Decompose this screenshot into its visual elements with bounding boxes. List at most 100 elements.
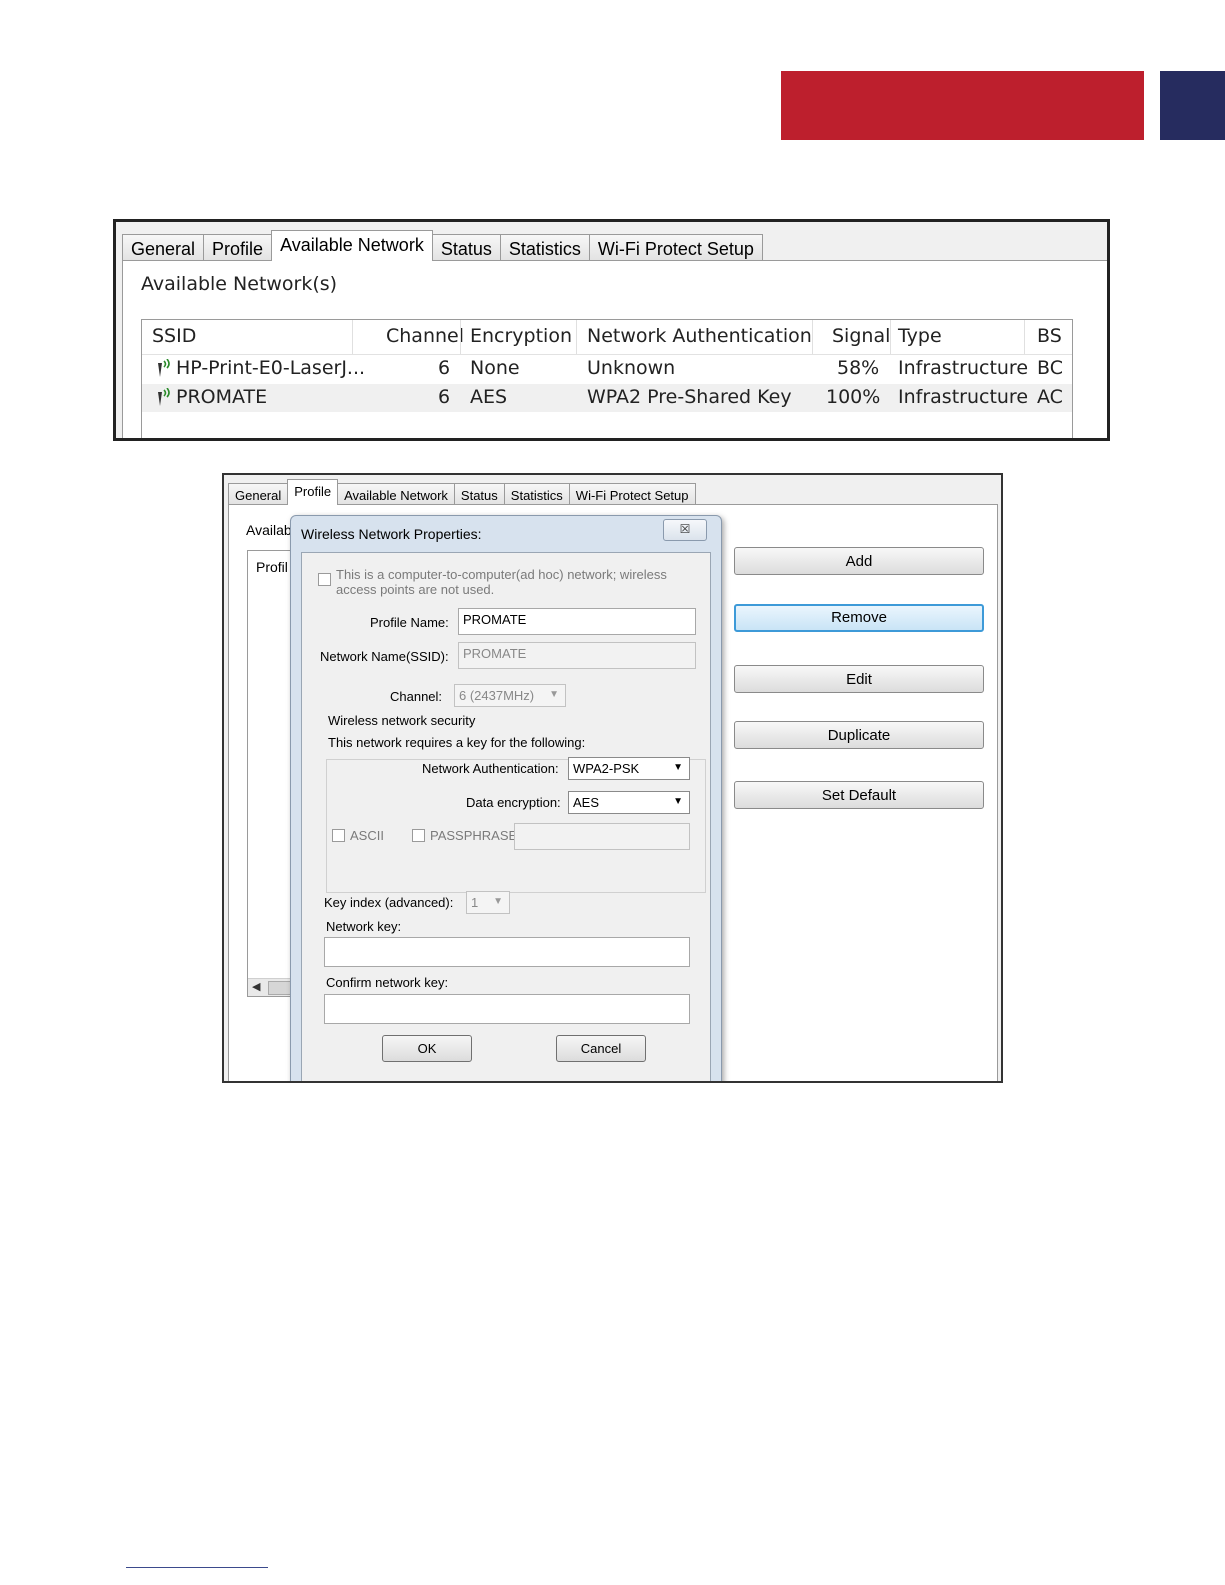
cell-signal: 58% (837, 357, 880, 379)
cell-type: Infrastructure (898, 357, 1029, 379)
brand-bar-blue (1160, 71, 1225, 140)
key-index-dropdown[interactable]: 1 ▼ (466, 891, 510, 914)
ssid-input[interactable]: PROMATE (458, 642, 696, 669)
column-header-signal[interactable]: Signal (832, 325, 890, 347)
wireless-signal-icon (158, 388, 170, 406)
column-header-bssid[interactable]: BS (1037, 325, 1062, 347)
available-profiles-label: Availab (246, 522, 292, 538)
add-button[interactable]: Add (734, 547, 984, 575)
cell-signal: 100% (826, 386, 881, 408)
channel-dropdown[interactable]: 6 (2437MHz) ▼ (454, 684, 566, 707)
channel-label: Channel: (390, 689, 443, 704)
data-encryption-dropdown[interactable]: AES ▼ (568, 791, 690, 814)
column-header-type[interactable]: Type (898, 325, 942, 347)
cell-channel: 6 (438, 357, 451, 379)
remove-button[interactable]: Remove (734, 604, 984, 632)
chevron-down-icon: ▼ (549, 689, 559, 700)
chevron-down-icon: ▼ (673, 762, 683, 773)
column-header-channel[interactable]: Channel (386, 325, 464, 347)
confirm-network-key-label: Confirm network key: (326, 975, 449, 990)
profile-screenshot: General Profile Available Network Status… (222, 473, 1003, 1083)
brand-bar-red (781, 71, 1144, 140)
column-divider[interactable] (890, 320, 891, 354)
dialog-title: Wireless Network Properties: (301, 526, 482, 542)
network-row[interactable]: PROMATE 6 AES WPA2 Pre-Shared Key 100% I… (142, 384, 1072, 412)
set-default-button[interactable]: Set Default (734, 781, 984, 809)
tab-strip: General Profile Available Network Status… (228, 479, 696, 505)
edit-button[interactable]: Edit (734, 665, 984, 693)
tab-status[interactable]: Status (431, 234, 501, 261)
available-network-panel: Available Network(s) SSID Channel Encryp… (122, 260, 1107, 438)
tab-statistics[interactable]: Statistics (503, 483, 570, 505)
ascii-label: ASCII (350, 828, 384, 843)
ssid-label: Network Name(SSID): (320, 649, 449, 664)
key-index-label: Key index (advanced): (324, 895, 454, 910)
column-header-encryption[interactable]: Encryption (470, 325, 572, 347)
close-icon[interactable]: ☒ (663, 519, 707, 541)
column-divider[interactable] (460, 320, 461, 354)
network-authentication-dropdown[interactable]: WPA2-PSK ▼ (568, 757, 690, 780)
requires-key-label: This network requires a key for the foll… (328, 735, 586, 750)
ok-button[interactable]: OK (382, 1035, 472, 1062)
network-authentication-value: WPA2-PSK (573, 761, 640, 776)
cell-channel: 6 (438, 386, 451, 408)
tab-available-network[interactable]: Available Network (271, 230, 433, 261)
tab-wifi-protect-setup[interactable]: Wi-Fi Protect Setup (588, 234, 763, 261)
data-encryption-label: Data encryption: (466, 795, 561, 810)
available-networks-heading: Available Network(s) (141, 273, 338, 295)
network-key-input[interactable] (324, 937, 690, 967)
cell-bssid: AC (1037, 386, 1063, 408)
scroll-left-icon[interactable]: ◀ (252, 980, 260, 993)
tab-strip: General Profile Available Network Status… (122, 230, 763, 261)
cell-encryption: None (470, 357, 520, 379)
profile-name-input[interactable]: PROMATE (458, 608, 696, 635)
tab-wifi-protect-setup[interactable]: Wi-Fi Protect Setup (568, 483, 696, 505)
tab-general[interactable]: General (122, 234, 205, 261)
channel-value: 6 (2437MHz) (459, 688, 535, 703)
tab-statistics[interactable]: Statistics (499, 234, 590, 261)
tab-profile[interactable]: Profile (287, 479, 339, 505)
column-header-network-authentication[interactable]: Network Authentication (587, 325, 812, 347)
ascii-checkbox[interactable] (332, 829, 345, 842)
tab-profile[interactable]: Profile (203, 234, 273, 261)
network-list-header: SSID Channel Encryption Network Authenti… (142, 320, 1072, 355)
cell-bssid: BC (1037, 357, 1063, 379)
network-key-label: Network key: (326, 919, 402, 934)
security-group-label: Wireless network security (328, 713, 476, 728)
profile-name-label: Profile Name: (370, 615, 449, 630)
duplicate-button[interactable]: Duplicate (734, 721, 984, 749)
network-row[interactable]: HP-Print-E0-LaserJ... 6 None Unknown 58%… (142, 355, 1072, 383)
key-index-value: 1 (471, 895, 479, 910)
wireless-signal-icon (158, 359, 170, 377)
column-divider[interactable] (812, 320, 813, 354)
cell-ssid: HP-Print-E0-LaserJ... (176, 357, 366, 379)
passphrase-input[interactable] (514, 823, 690, 850)
footer-rule (126, 1567, 268, 1568)
available-network-screenshot: General Profile Available Network Status… (113, 219, 1110, 441)
column-divider[interactable] (352, 320, 353, 354)
chevron-down-icon: ▼ (673, 796, 683, 807)
cell-encryption: AES (470, 386, 508, 408)
wireless-network-properties-dialog: Wireless Network Properties: ☒ This is a… (290, 515, 722, 1081)
network-authentication-label: Network Authentication: (422, 761, 559, 776)
cell-type: Infrastructure (898, 386, 1029, 408)
adhoc-label: This is a computer-to-computer(ad hoc) n… (336, 567, 667, 582)
tab-status[interactable]: Status (453, 483, 505, 505)
network-list[interactable]: SSID Channel Encryption Network Authenti… (141, 319, 1073, 438)
dialog-body: This is a computer-to-computer(ad hoc) n… (301, 552, 711, 1081)
cell-authentication: WPA2 Pre-Shared Key (587, 386, 792, 408)
column-divider[interactable] (1024, 320, 1025, 354)
cell-authentication: Unknown (587, 357, 676, 379)
tab-available-network[interactable]: Available Network (337, 483, 455, 505)
column-header-ssid[interactable]: SSID (152, 325, 196, 347)
column-divider[interactable] (576, 320, 577, 354)
column-header-profile[interactable]: Profil (256, 559, 288, 575)
cancel-button[interactable]: Cancel (556, 1035, 646, 1062)
data-encryption-value: AES (573, 795, 600, 810)
adhoc-checkbox[interactable] (318, 573, 331, 586)
adhoc-label-line2: access points are not used. (336, 582, 495, 597)
confirm-network-key-input[interactable] (324, 994, 690, 1024)
passphrase-label: PASSPHRASE (430, 828, 518, 843)
passphrase-checkbox[interactable] (412, 829, 425, 842)
tab-general[interactable]: General (228, 483, 289, 505)
